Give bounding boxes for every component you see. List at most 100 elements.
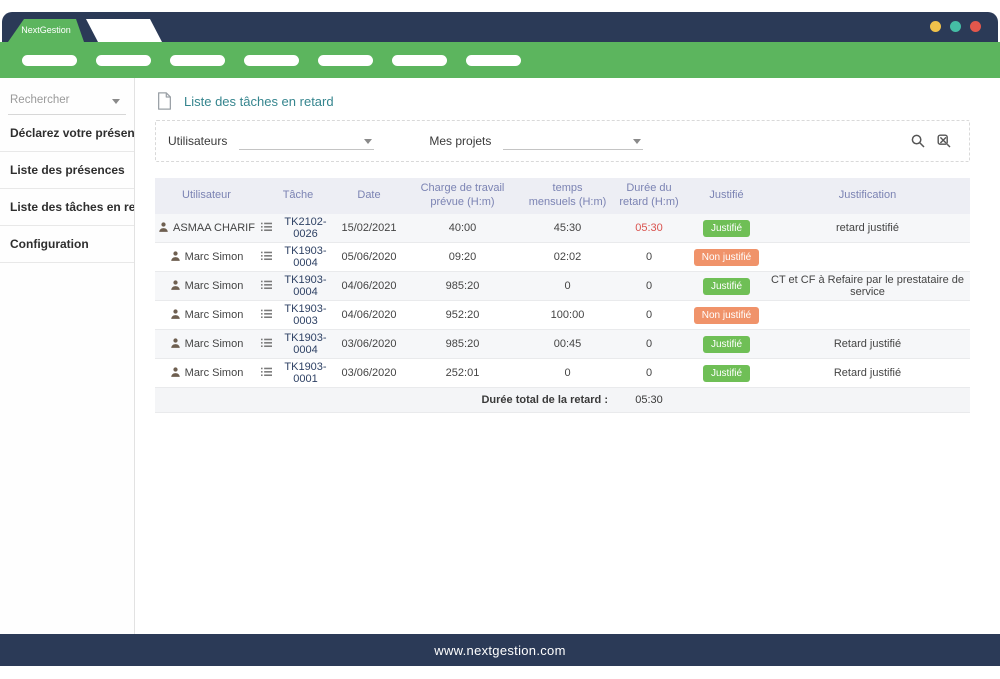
late-tasks-table: UtilisateurTâcheDateCharge de travail pr… <box>155 178 970 413</box>
document-icon <box>157 92 172 110</box>
user-icon <box>158 221 169 236</box>
column-header: Tâche <box>258 185 338 207</box>
nav-pill[interactable] <box>170 55 225 66</box>
nav-pill[interactable] <box>22 55 77 66</box>
nav-pill[interactable] <box>466 55 521 66</box>
task-cell: TK1903-0001 <box>258 359 338 387</box>
table-total-row: Durée total de la retard : 05:30 <box>155 388 970 413</box>
nav-pill[interactable] <box>244 55 299 66</box>
window-title-bar: NextGestion <box>2 12 998 42</box>
task-cell: TK1903-0004 <box>258 272 338 300</box>
task-cell: TK1903-0004 <box>258 243 338 271</box>
sidebar-search-select[interactable]: Rechercher <box>8 88 126 115</box>
filter-actions <box>911 134 951 148</box>
projects-filter-select[interactable] <box>503 132 643 150</box>
user-cell: Marc Simon <box>155 306 258 325</box>
delay-cell: 05:30 <box>610 220 688 236</box>
task-cell: TK1903-0003 <box>258 301 338 329</box>
task-list-icon <box>261 280 272 293</box>
table-row[interactable]: Marc SimonTK1903-000403/06/2020985:2000:… <box>155 330 970 359</box>
monthly-hours-cell: 02:02 <box>525 249 610 265</box>
delay-cell: 0 <box>610 249 688 265</box>
task-list-icon <box>261 309 272 322</box>
blank-tab[interactable] <box>86 19 162 42</box>
sidebar-item-3[interactable]: Liste des tâches en ret... <box>0 189 134 226</box>
task-list-icon <box>261 338 272 351</box>
user-name: Marc Simon <box>185 367 244 379</box>
date-cell: 04/06/2020 <box>338 278 400 294</box>
delay-cell: 0 <box>610 365 688 381</box>
table-row[interactable]: ASMAA CHARIFTK2102-002615/02/202140:0045… <box>155 214 970 243</box>
status-cell: Non justifié <box>688 247 765 268</box>
task-list-icon <box>261 222 272 235</box>
sidebar-menu: Déclarez votre présenceListe des présenc… <box>0 115 134 263</box>
user-name: Marc Simon <box>185 251 244 263</box>
user-icon <box>170 366 181 381</box>
table-row[interactable]: Marc SimonTK1903-000405/06/202009:2002:0… <box>155 243 970 272</box>
main-region: Rechercher Déclarez votre présenceListe … <box>0 78 1000 634</box>
sidebar-item-4[interactable]: Configuration <box>0 226 134 263</box>
search-icon[interactable] <box>911 134 925 148</box>
brand-tab[interactable]: NextGestion <box>8 19 84 42</box>
chevron-down-icon <box>364 139 372 144</box>
clear-search-icon[interactable] <box>937 134 951 148</box>
nav-pill[interactable] <box>392 55 447 66</box>
chevron-down-icon <box>112 99 120 104</box>
status-cell: Justifié <box>688 218 765 239</box>
status-badge: Non justifié <box>694 249 759 266</box>
delay-cell: 0 <box>610 336 688 352</box>
status-badge: Justifié <box>703 278 750 295</box>
justification-cell <box>765 255 970 259</box>
task-list-icon <box>261 367 272 380</box>
table-row[interactable]: Marc SimonTK1903-000404/06/2020985:2000J… <box>155 272 970 301</box>
chevron-down-icon <box>633 139 641 144</box>
sidebar-item-2[interactable]: Liste des présences <box>0 152 134 189</box>
task-code: TK1903-0001 <box>276 361 335 385</box>
sidebar: Rechercher Déclarez votre présenceListe … <box>0 78 135 634</box>
table-row[interactable]: Marc SimonTK1903-000103/06/2020252:0100J… <box>155 359 970 388</box>
date-cell: 03/06/2020 <box>338 336 400 352</box>
total-delay-label: Durée total de la retard : <box>155 394 610 406</box>
planned-hours-cell: 252:01 <box>400 365 525 381</box>
column-header: Utilisateur <box>155 185 258 207</box>
sidebar-search-placeholder: Rechercher <box>10 94 69 106</box>
column-header: Justification <box>765 185 970 207</box>
users-filter-select[interactable] <box>239 132 374 150</box>
task-code: TK1903-0003 <box>276 303 335 327</box>
users-filter-label: Utilisateurs <box>168 134 227 148</box>
status-cell: Non justifié <box>688 305 765 326</box>
total-delay-value: 05:30 <box>610 394 688 406</box>
filter-panel: Utilisateurs Mes projets <box>155 120 970 162</box>
status-badge: Justifié <box>703 336 750 353</box>
monthly-hours-cell: 100:00 <box>525 307 610 323</box>
column-header: temps mensuels (H:m) <box>525 178 610 214</box>
table-row[interactable]: Marc Simon TK1903-000304/06/2020952:20100… <box>155 301 970 330</box>
justification-cell: retard justifié <box>765 220 970 236</box>
window-controls <box>930 21 981 32</box>
planned-hours-cell: 985:20 <box>400 278 525 294</box>
task-cell: TK2102-0026 <box>258 214 338 242</box>
planned-hours-cell: 985:20 <box>400 336 525 352</box>
page-title: Liste des tâches en retard <box>184 94 334 109</box>
user-icon <box>170 250 181 265</box>
justification-cell <box>765 313 970 317</box>
nav-pill[interactable] <box>96 55 151 66</box>
status-badge: Justifié <box>703 365 750 382</box>
sidebar-item-1[interactable]: Déclarez votre présence <box>0 115 134 152</box>
date-cell: 15/02/2021 <box>338 220 400 236</box>
window-control-red-dot[interactable] <box>970 21 981 32</box>
window-control-yellow-dot[interactable] <box>930 21 941 32</box>
task-code: TK2102-0026 <box>276 216 335 240</box>
date-cell: 04/06/2020 <box>338 307 400 323</box>
window-control-teal-dot[interactable] <box>950 21 961 32</box>
monthly-hours-cell: 45:30 <box>525 220 610 236</box>
nav-pill[interactable] <box>318 55 373 66</box>
user-icon <box>170 337 181 352</box>
user-cell: ASMAA CHARIF <box>155 219 258 238</box>
planned-hours-cell: 952:20 <box>400 307 525 323</box>
justification-cell: Retard justifié <box>765 336 970 352</box>
status-badge: Non justifié <box>694 307 759 324</box>
footer-bar: www.nextgestion.com <box>0 634 1000 666</box>
footer-url: www.nextgestion.com <box>434 643 565 658</box>
user-name: Marc Simon <box>185 309 244 321</box>
